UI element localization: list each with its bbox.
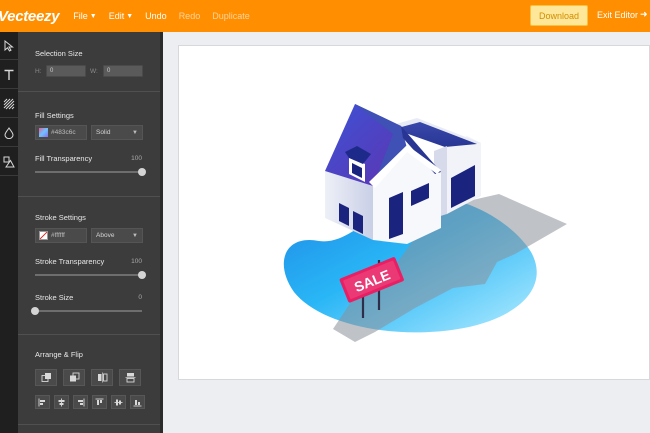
stroke-color-picker[interactable]: #ffffff	[35, 228, 87, 243]
stroke-color-value: #ffffff	[51, 232, 65, 239]
stroke-settings-title: Stroke Settings	[35, 213, 86, 222]
fill-color-swatch	[39, 128, 48, 137]
undo-button[interactable]: Undo	[145, 11, 167, 21]
chevron-down-icon: ▼	[132, 129, 138, 136]
align-left-icon	[38, 398, 45, 406]
arrow-right-icon: ➜	[640, 9, 648, 19]
text-icon	[4, 69, 14, 80]
slider-thumb[interactable]	[138, 168, 146, 176]
stroke-size-value: 0	[138, 294, 142, 301]
fill-style-value: Solid	[96, 129, 111, 136]
fill-settings-title: Fill Settings	[35, 111, 74, 120]
send-backward-icon	[69, 372, 79, 382]
fill-transparency-label: Fill Transparency	[35, 154, 93, 163]
selection-size-title: Selection Size	[35, 49, 83, 58]
drop-icon	[4, 126, 14, 139]
tool-strip	[0, 32, 18, 433]
stroke-transparency-value: 100	[131, 258, 142, 265]
pattern-icon	[3, 98, 15, 109]
slider-thumb[interactable]	[138, 271, 146, 279]
download-button[interactable]: Download	[530, 5, 588, 26]
exit-editor-button[interactable]: Exit Editor ➜	[597, 9, 648, 20]
edit-menu-label: Edit	[108, 11, 125, 21]
fill-color-value: #483c6c	[51, 129, 76, 136]
panel-divider	[18, 334, 160, 335]
panel-divider	[18, 424, 160, 425]
arrange-flip-title: Arrange & Flip	[35, 350, 83, 359]
stroke-size-label: Stroke Size	[35, 293, 74, 302]
align-bottom-icon	[133, 399, 142, 406]
panel-divider	[18, 91, 160, 92]
shapes-tool[interactable]	[0, 148, 18, 176]
align-top-icon	[95, 398, 104, 405]
text-tool[interactable]	[0, 61, 18, 89]
align-center-button[interactable]	[54, 395, 69, 409]
fill-transparency-slider[interactable]	[35, 168, 146, 176]
redo-button[interactable]: Redo	[179, 11, 201, 21]
flip-horizontal-button[interactable]	[91, 369, 113, 386]
slider-thumb[interactable]	[31, 307, 39, 315]
artboard[interactable]: SALE	[178, 45, 650, 380]
settings-panel: Selection Size H: 0 W: 0 Fill Settings #…	[18, 32, 160, 433]
height-label: H:	[35, 68, 42, 75]
exit-editor-label: Exit Editor	[597, 9, 639, 20]
cursor-icon	[4, 39, 14, 52]
height-input[interactable]: 0	[46, 65, 86, 77]
file-menu-label: File	[73, 11, 88, 21]
panel-divider	[18, 196, 160, 197]
align-top-button[interactable]	[92, 395, 107, 409]
stroke-transparency-label: Stroke Transparency	[35, 257, 105, 266]
top-bar: Vecteezy File ▼ Edit ▼ Undo Redo Duplica…	[0, 0, 650, 32]
fill-color-picker[interactable]: #483c6c	[35, 125, 87, 140]
house-sale-illustration[interactable]: SALE	[179, 46, 650, 381]
main-menu: File ▼ Edit ▼ Undo Redo Duplicate	[73, 11, 261, 21]
stroke-transparency-slider[interactable]	[35, 271, 146, 279]
align-bottom-button[interactable]	[130, 395, 145, 409]
align-right-icon	[78, 398, 85, 406]
align-right-button[interactable]	[73, 395, 88, 409]
stroke-color-swatch	[39, 231, 48, 240]
width-label: W:	[90, 68, 98, 75]
edit-menu[interactable]: Edit ▼	[109, 11, 133, 21]
send-backward-button[interactable]	[63, 369, 85, 386]
vecteezy-logo[interactable]: Vecteezy	[0, 8, 60, 25]
stroke-position-select[interactable]: Above ▼	[91, 228, 143, 243]
stroke-position-value: Above	[96, 232, 115, 239]
fill-tool[interactable]	[0, 119, 18, 147]
width-input[interactable]: 0	[103, 65, 143, 77]
chevron-down-icon: ▼	[126, 12, 134, 20]
fill-style-select[interactable]: Solid ▼	[91, 125, 143, 140]
align-left-button[interactable]	[35, 395, 50, 409]
chevron-down-icon: ▼	[132, 232, 138, 239]
flip-vertical-icon	[125, 373, 135, 383]
align-middle-button[interactable]	[111, 395, 126, 409]
align-middle-icon	[114, 399, 123, 405]
chevron-down-icon: ▼	[89, 12, 97, 20]
fill-transparency-value: 100	[131, 155, 142, 162]
pattern-tool[interactable]	[0, 90, 18, 118]
flip-vertical-button[interactable]	[119, 369, 141, 386]
align-center-icon	[58, 398, 65, 406]
bring-forward-icon	[41, 373, 51, 382]
duplicate-button[interactable]: Duplicate	[212, 11, 250, 21]
file-menu[interactable]: File ▼	[73, 11, 96, 21]
bring-forward-button[interactable]	[35, 369, 57, 386]
stroke-size-slider[interactable]	[31, 307, 142, 315]
shapes-icon	[3, 156, 15, 167]
select-tool[interactable]	[0, 32, 18, 60]
flip-horizontal-icon	[97, 372, 107, 383]
